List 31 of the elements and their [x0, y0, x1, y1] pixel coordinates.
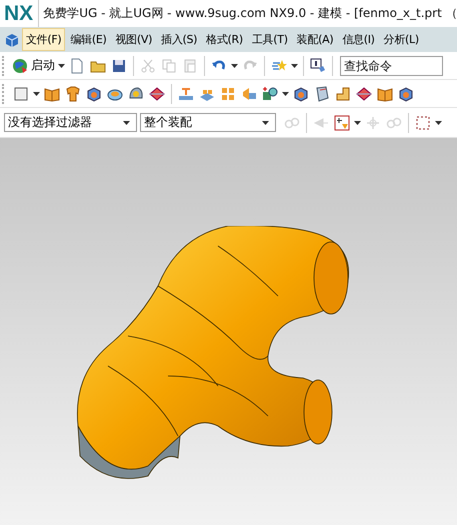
menu-item[interactable]: 工具(T) — [248, 28, 292, 51]
menu-item[interactable]: 视图(V) — [111, 28, 156, 51]
square-icon[interactable] — [12, 84, 30, 102]
caret-icon[interactable] — [231, 64, 238, 68]
caret-icon[interactable] — [435, 120, 442, 124]
dropdown[interactable]: 没有选择过滤器 — [4, 113, 137, 132]
shapes-icon[interactable] — [261, 84, 279, 102]
menu-item[interactable]: 信息(I) — [338, 28, 379, 51]
caret-icon[interactable] — [354, 120, 361, 124]
menu-item[interactable]: 分析(L) — [380, 28, 423, 51]
menu-item[interactable]: 插入(S) — [157, 28, 202, 51]
globe-icon — [12, 58, 28, 74]
caret-icon[interactable] — [33, 92, 40, 96]
dropdown[interactable]: 整个装配 — [140, 113, 276, 132]
shirt-icon[interactable] — [64, 84, 82, 102]
caret-icon — [123, 120, 130, 124]
filter-icon[interactable] — [333, 114, 351, 132]
start-button[interactable]: 启动 — [12, 57, 65, 74]
gem-icon[interactable] — [355, 84, 373, 102]
gem-icon[interactable] — [148, 84, 166, 102]
window-title: 免费学UG - 就上UG网 - www.9sug.com NX9.0 - 建模 - [fenmo_x_t.prt （ — [42, 5, 457, 22]
caret-icon — [58, 64, 65, 68]
menu-item[interactable]: 文件(F) — [22, 28, 66, 51]
menu-item[interactable]: 编辑(E) — [66, 28, 110, 51]
dashed-rectangle-icon[interactable] — [414, 114, 432, 132]
menu-item[interactable]: 装配(A) — [292, 28, 338, 51]
caret-icon[interactable] — [291, 64, 298, 68]
search-field[interactable]: 查找命令 — [340, 56, 443, 76]
menu-item[interactable]: 格式(R) — [202, 28, 247, 51]
caret-icon[interactable] — [282, 92, 289, 96]
caret-icon — [262, 120, 269, 124]
